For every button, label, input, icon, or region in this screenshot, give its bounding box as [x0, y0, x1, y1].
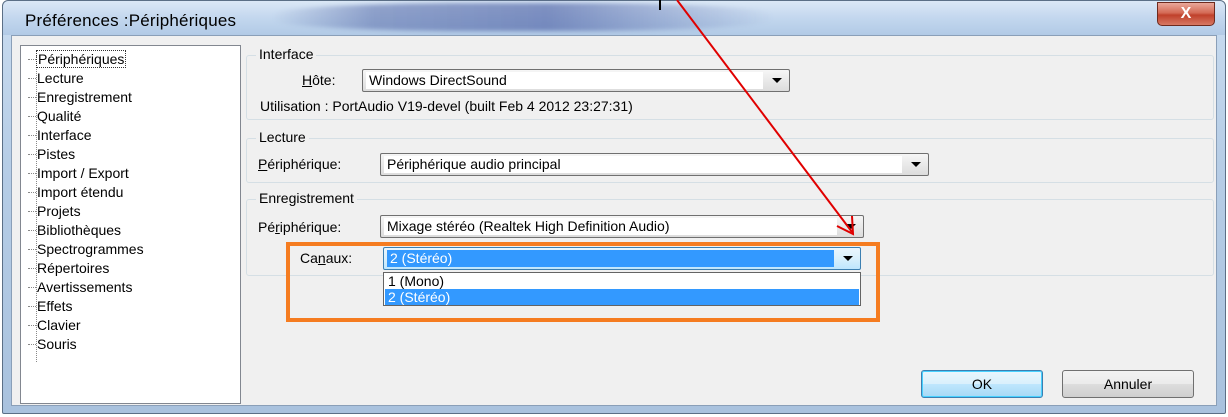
usage-text: Utilisation : PortAudio V19-devel (built…: [260, 98, 633, 114]
tree-item-label: Clavier: [37, 317, 81, 333]
tree-item-projets[interactable]: Projets: [28, 202, 81, 221]
tree-item-label: Lecture: [37, 70, 84, 86]
playback-device-label: Périphérique:: [258, 156, 342, 172]
tree-item-interface[interactable]: Interface: [27, 126, 92, 145]
tree-item-label: Pistes: [37, 146, 76, 162]
tree-item-souris[interactable]: Souris: [28, 335, 77, 354]
ok-button[interactable]: OK: [921, 370, 1043, 398]
close-icon: X: [1180, 5, 1192, 22]
tree-item-peripheriques[interactable]: Périphériques: [27, 50, 127, 69]
title-glow: [273, 3, 773, 31]
title-bar[interactable]: Préférences :Périphériques X: [3, 1, 1225, 35]
tree-item-spectrogrammes[interactable]: Spectrogrammes: [28, 240, 144, 259]
host-value: Windows DirectSound: [366, 72, 763, 89]
tree-item-enregistrement[interactable]: Enregistrement: [28, 88, 132, 107]
chevron-down-icon: [846, 224, 856, 229]
tree-item-label: Avertissements: [37, 279, 133, 295]
tree-item-label: Projets: [37, 203, 81, 219]
tree-item-repertoires[interactable]: Répertoires: [27, 259, 110, 278]
playback-device-value: Périphérique audio principal: [384, 156, 902, 173]
recording-device-combobox[interactable]: Mixage stéréo (Realtek High Definition A…: [380, 215, 864, 238]
tree-item-label: Qualité: [37, 108, 82, 124]
playback-device-combobox[interactable]: Périphérique audio principal: [380, 153, 929, 176]
tree-item-label: Enregistrement: [37, 89, 132, 105]
tree-item-import-export[interactable]: Import / Export: [28, 164, 129, 183]
tree-item-label: Répertoires: [37, 260, 110, 276]
tree-item-effets[interactable]: Effets: [28, 297, 73, 316]
category-tree[interactable]: Périphériques Lecture Enregistrement Qua…: [20, 45, 241, 404]
tree-item-label: Import étendu: [37, 184, 124, 200]
tree-item-label: Bibliothèques: [37, 222, 122, 238]
chevron-down-icon: [911, 162, 921, 167]
tree-item-avertissements[interactable]: Avertissements: [27, 278, 133, 297]
tree-item-import-etendu[interactable]: Import étendu: [27, 183, 124, 202]
tree-item-label: Import / Export: [37, 165, 129, 181]
window-title: Préférences :Périphériques: [25, 11, 237, 30]
playback-group-label: Lecture: [256, 129, 309, 145]
chevron-down-icon: [772, 78, 782, 83]
close-button[interactable]: X: [1157, 2, 1215, 26]
host-label: Hôte:: [302, 72, 336, 88]
recording-group-label: Enregistrement: [256, 190, 357, 206]
tree-item-label: Spectrogrammes: [37, 241, 144, 257]
tree-item-pistes[interactable]: Pistes: [27, 145, 76, 164]
tree-item-label: Interface: [37, 127, 92, 143]
recording-device-value: Mixage stéréo (Realtek High Definition A…: [384, 218, 837, 235]
tree-item-qualite[interactable]: Qualité: [27, 107, 82, 126]
annotation-highlight-box: [286, 242, 880, 322]
tree-item-label: Périphériques: [35, 50, 127, 68]
tree-item-bibliotheques[interactable]: Bibliothèques: [27, 221, 122, 240]
tree-item-lecture[interactable]: Lecture: [28, 69, 84, 88]
interface-group-label: Interface: [256, 46, 317, 62]
tree-item-clavier[interactable]: Clavier: [28, 316, 81, 335]
host-combobox[interactable]: Windows DirectSound: [362, 69, 790, 92]
recording-device-label: Périphérique:: [258, 219, 342, 235]
cancel-button[interactable]: Annuler: [1062, 370, 1194, 398]
tree-item-label: Effets: [37, 298, 73, 314]
tree-item-label: Souris: [37, 336, 77, 352]
